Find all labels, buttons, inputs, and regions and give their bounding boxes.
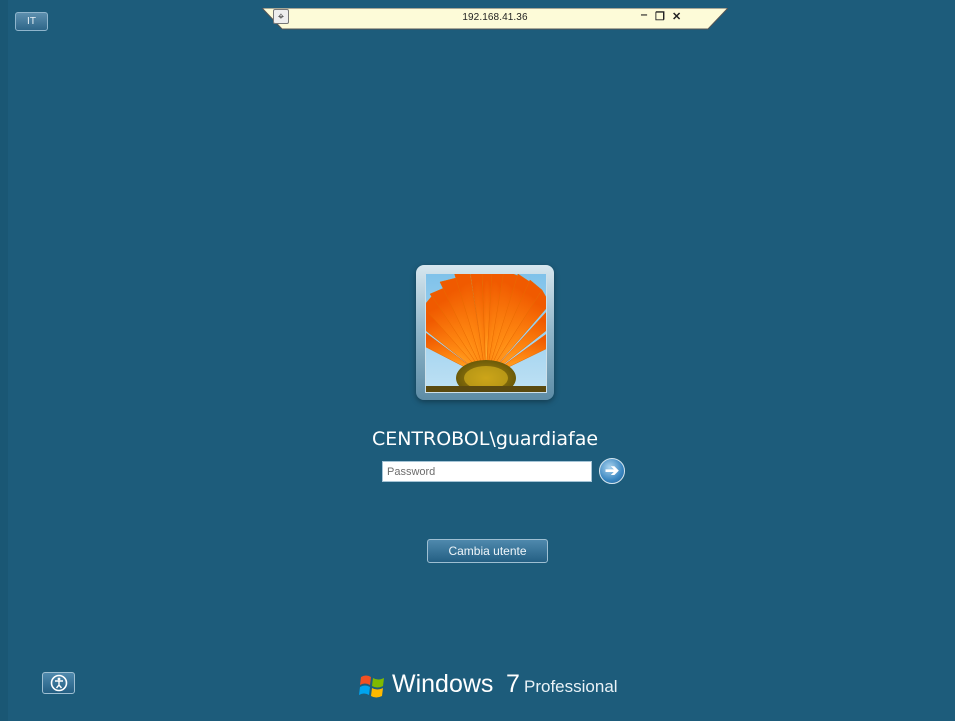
username-label: CENTROBOL\guardiafae	[371, 428, 599, 450]
language-button[interactable]: IT	[15, 12, 48, 31]
ease-of-access-icon	[50, 674, 68, 692]
arrow-right-icon[interactable]: ➔	[599, 458, 625, 484]
windows-logo-icon	[359, 675, 384, 698]
password-field[interactable]	[382, 461, 592, 482]
minimize-button[interactable]: ‒	[641, 9, 647, 21]
login-screen: ⌖ 192.168.41.36 ‒ ❐ ✕ IT CENTROBOL\guard…	[0, 0, 955, 721]
brand-name: Windows	[392, 670, 494, 698]
ease-of-access-button[interactable]	[42, 672, 75, 694]
flower-picture	[426, 274, 546, 392]
user-picture	[425, 273, 547, 393]
user-tile	[416, 265, 554, 400]
remote-connection-bar: ⌖ 192.168.41.36 ‒ ❐ ✕	[262, 8, 728, 30]
brand-edition: Professional	[524, 677, 618, 696]
close-button[interactable]: ✕	[672, 10, 681, 23]
screen-edge	[0, 0, 8, 721]
brand-version: 7	[506, 670, 520, 698]
restore-button[interactable]: ❐	[655, 10, 665, 23]
switch-user-button[interactable]: Cambia utente	[427, 539, 548, 563]
